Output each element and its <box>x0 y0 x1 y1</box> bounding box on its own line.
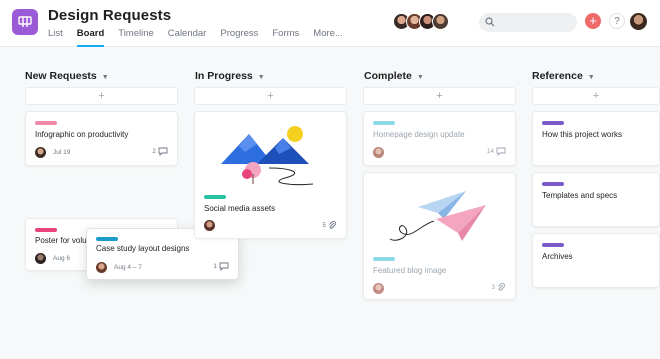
attachment-count[interactable]: 3 <box>491 283 506 292</box>
mountain-illustration <box>221 126 314 186</box>
column-title-reference[interactable]: Reference ▼ <box>532 70 595 82</box>
task-title: Social media assets <box>204 204 276 213</box>
assignee-avatar[interactable] <box>96 262 107 273</box>
chevron-down-icon[interactable]: ▼ <box>102 74 109 81</box>
task-title: Infographic on productivity <box>35 130 129 139</box>
chevron-down-icon[interactable]: ▼ <box>258 74 265 81</box>
search-input[interactable] <box>479 13 577 32</box>
task-tag <box>35 228 57 232</box>
tab-forms[interactable]: Forms <box>272 28 299 47</box>
avatar[interactable] <box>432 13 449 30</box>
add-task-button[interactable]: + <box>25 87 178 105</box>
task-title: How this project works <box>542 130 623 139</box>
task-card[interactable]: Templates and specs <box>532 172 660 227</box>
task-tag <box>542 121 564 125</box>
due-date: Aug 4 – 7 <box>114 264 142 271</box>
chevron-down-icon[interactable]: ▼ <box>417 74 424 81</box>
task-title: Homepage design update <box>373 130 465 139</box>
comment-count[interactable]: 1 <box>213 262 229 271</box>
tab-calendar[interactable]: Calendar <box>168 28 207 47</box>
task-title: Templates and specs <box>542 191 618 200</box>
tab-more[interactable]: More... <box>313 28 343 47</box>
task-card[interactable]: Infographic on productivity Jul 19 2 <box>25 111 178 166</box>
column-title-complete[interactable]: Complete ▼ <box>364 70 424 82</box>
task-tag <box>542 182 564 186</box>
task-tag <box>373 121 395 125</box>
project-tabs: List Board Timeline Calendar Progress Fo… <box>48 28 357 47</box>
comment-icon <box>496 147 506 156</box>
attachment-icon <box>329 221 336 229</box>
task-title: Archives <box>542 252 573 261</box>
help-icon[interactable]: ? <box>609 13 625 29</box>
add-task-button[interactable]: + <box>363 87 516 105</box>
user-avatar[interactable] <box>630 13 647 30</box>
tab-board[interactable]: Board <box>76 28 105 47</box>
attachment-icon <box>498 283 505 291</box>
task-tag <box>96 237 118 241</box>
project-members[interactable] <box>393 13 449 30</box>
comment-count[interactable]: 14 <box>487 147 506 156</box>
comment-icon <box>158 147 168 156</box>
task-tag <box>35 121 57 125</box>
task-tag <box>373 257 395 261</box>
task-title: Featured blog image <box>373 266 447 275</box>
comment-icon <box>219 262 229 271</box>
add-task-button[interactable]: + <box>194 87 347 105</box>
task-card[interactable]: How this project works <box>532 111 660 166</box>
add-task-button[interactable]: + <box>532 87 660 105</box>
column-title-in-progress[interactable]: In Progress ▼ <box>195 70 265 82</box>
attachment-count[interactable]: 5 <box>322 221 337 230</box>
due-date: Jul 19 <box>53 149 71 156</box>
chevron-down-icon[interactable]: ▼ <box>588 74 595 81</box>
comment-count[interactable]: 2 <box>152 147 168 156</box>
task-tag <box>204 195 226 199</box>
task-card[interactable]: Featured blog image 3 <box>363 172 516 300</box>
task-card[interactable]: Archives <box>532 233 660 288</box>
task-card[interactable]: Homepage design update 14 <box>363 111 516 166</box>
assignee-avatar[interactable] <box>35 253 46 264</box>
tab-list[interactable]: List <box>48 28 63 47</box>
project-header: Design Requests List Board Timeline Cale… <box>0 0 660 47</box>
add-button[interactable]: + <box>585 13 601 29</box>
assignee-avatar[interactable] <box>373 147 384 158</box>
column-title-new-requests[interactable]: New Requests ▼ <box>25 70 109 82</box>
assignee-avatar[interactable] <box>373 283 384 294</box>
task-title: Case study layout designs <box>96 244 190 253</box>
board-icon[interactable] <box>12 9 38 35</box>
tab-timeline[interactable]: Timeline <box>118 28 154 47</box>
assignee-avatar[interactable] <box>204 220 215 231</box>
task-card[interactable]: Social media assets 5 <box>194 111 347 239</box>
paper-plane-illustration <box>389 191 486 241</box>
tab-progress[interactable]: Progress <box>220 28 258 47</box>
search-icon <box>485 17 495 27</box>
due-date: Aug 6 <box>53 255 70 262</box>
task-title: Poster for volu <box>35 236 87 245</box>
project-title: Design Requests <box>48 7 172 24</box>
assignee-avatar[interactable] <box>35 147 46 158</box>
task-tag <box>542 243 564 247</box>
